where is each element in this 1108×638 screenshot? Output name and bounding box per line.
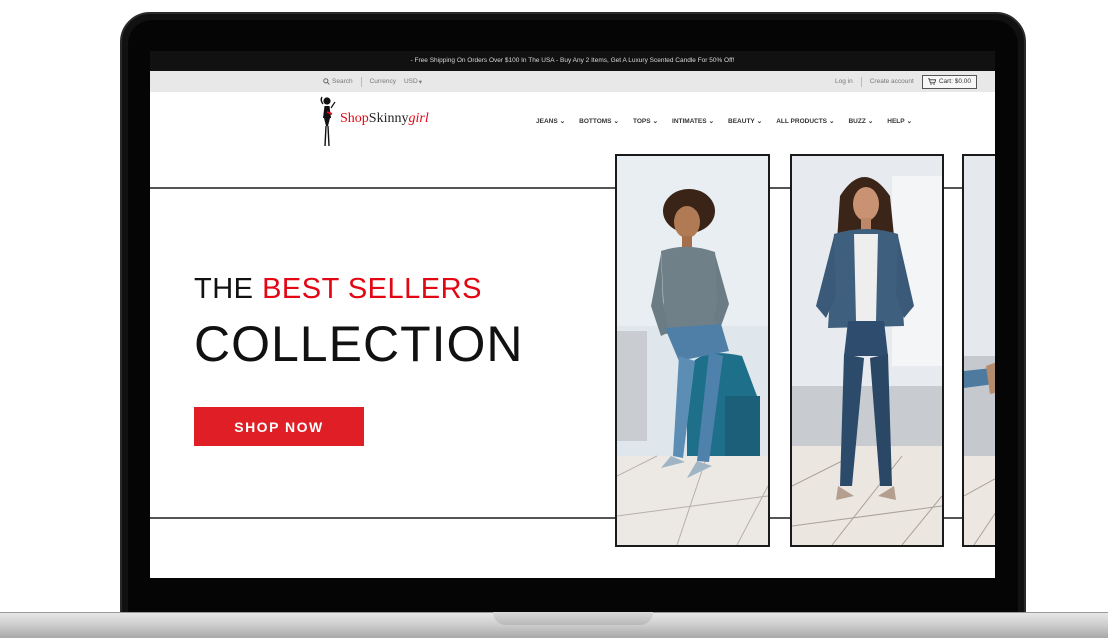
login-link[interactable]: Log in bbox=[835, 78, 853, 85]
model-partial-image bbox=[964, 156, 995, 545]
model-standing-image bbox=[792, 156, 942, 545]
divider bbox=[860, 76, 862, 87]
nav-item-jeans[interactable]: JEANS ⌄ bbox=[536, 117, 566, 126]
nav-label: INTIMATES bbox=[672, 117, 707, 125]
nav-label: ALL PRODUCTS bbox=[776, 117, 828, 125]
hero-headline-accent: BEST SELLERS bbox=[262, 273, 482, 305]
nav-item-buzz[interactable]: BUZZ ⌄ bbox=[848, 117, 874, 126]
hero-bottom-rule bbox=[150, 517, 616, 519]
logo-wordmark: ShopSkinnygirl bbox=[340, 111, 429, 127]
divider bbox=[360, 76, 362, 87]
hero-subheadline: COLLECTION bbox=[194, 316, 524, 372]
chevron-down-icon: ⌄ bbox=[756, 118, 763, 125]
nav-item-all-products[interactable]: ALL PRODUCTS ⌄ bbox=[776, 117, 835, 126]
chevron-down-icon: ⌄ bbox=[559, 118, 566, 125]
shop-now-button[interactable]: SHOP NOW bbox=[194, 407, 364, 446]
utility-bar: Search Currency USD ▾ Log in Create acco… bbox=[150, 71, 995, 92]
announcement-bar: - Free Shipping On Orders Over $100 In T… bbox=[150, 51, 995, 71]
hero-headline-part1: THE bbox=[194, 273, 254, 305]
nav-label: HELP bbox=[887, 117, 905, 125]
currency-value: USD bbox=[403, 78, 418, 85]
search-icon bbox=[323, 78, 330, 85]
currency-select[interactable]: USD ▾ bbox=[404, 78, 422, 86]
hero-image-panel-1[interactable] bbox=[615, 154, 770, 547]
chevron-down-icon: ⌄ bbox=[867, 118, 874, 125]
website-screen: - Free Shipping On Orders Over $100 In T… bbox=[150, 51, 995, 578]
search-link[interactable]: Search bbox=[323, 78, 353, 85]
create-account-link[interactable]: Create account bbox=[870, 78, 914, 85]
nav-label: BUZZ bbox=[848, 117, 866, 125]
nav-label: TOPS bbox=[632, 117, 651, 125]
cart-label: Cart: $0.00 bbox=[938, 78, 971, 85]
nav-item-bottoms[interactable]: BOTTOMS ⌄ bbox=[579, 117, 619, 126]
search-label: Search bbox=[332, 78, 353, 85]
chevron-down-icon: ▾ bbox=[418, 78, 422, 86]
nav-item-help[interactable]: HELP ⌄ bbox=[887, 117, 913, 126]
nav-item-beauty[interactable]: BEAUTY ⌄ bbox=[728, 117, 763, 126]
hero-bottom-rule bbox=[942, 517, 962, 519]
hero-image-panel-2[interactable] bbox=[790, 154, 944, 547]
logo-text-girl: girl bbox=[408, 111, 429, 126]
cart-button[interactable]: Cart: $0.00 bbox=[921, 74, 977, 89]
chevron-down-icon: ⌄ bbox=[708, 118, 715, 125]
main-nav: JEANS ⌄ BOTTOMS ⌄ TOPS ⌄ INTIMATES ⌄ BEAUTY ⌄… bbox=[536, 117, 913, 126]
nav-label: BEAUTY bbox=[728, 117, 755, 125]
site-logo[interactable]: ShopSkinnygirl bbox=[318, 96, 468, 148]
hero-image-panel-3[interactable] bbox=[962, 154, 995, 547]
chevron-down-icon: ⌄ bbox=[829, 118, 835, 125]
hero-top-rule bbox=[942, 187, 962, 189]
nav-label: JEANS bbox=[536, 117, 558, 125]
laptop-mockup: - Free Shipping On Orders Over $100 In T… bbox=[0, 0, 1108, 638]
hero-top-rule bbox=[150, 187, 616, 189]
currency-label: Currency bbox=[369, 78, 396, 85]
hero-headline: THE BEST SELLERS bbox=[194, 273, 482, 306]
utility-right: Log in Create account Cart: $0.00 bbox=[835, 71, 977, 92]
nav-label: BOTTOMS bbox=[579, 117, 612, 125]
chevron-down-icon: ⌄ bbox=[613, 118, 619, 125]
cart-icon bbox=[927, 78, 936, 85]
laptop-notch bbox=[493, 612, 653, 625]
skinnygirl-figure-icon bbox=[320, 96, 336, 147]
nav-item-intimates[interactable]: INTIMATES ⌄ bbox=[672, 117, 715, 126]
chevron-down-icon: ⌄ bbox=[906, 118, 913, 125]
hero-top-rule bbox=[768, 187, 790, 189]
hero-bottom-rule bbox=[768, 517, 790, 519]
logo-text-skinny: Skinny bbox=[368, 111, 409, 126]
nav-item-tops[interactable]: TOPS ⌄ bbox=[632, 117, 659, 126]
model-seated-image bbox=[617, 156, 768, 545]
chevron-down-icon: ⌄ bbox=[652, 118, 659, 125]
logo-text-shop: Shop bbox=[340, 111, 369, 126]
utility-left: Search Currency USD ▾ bbox=[323, 71, 422, 92]
